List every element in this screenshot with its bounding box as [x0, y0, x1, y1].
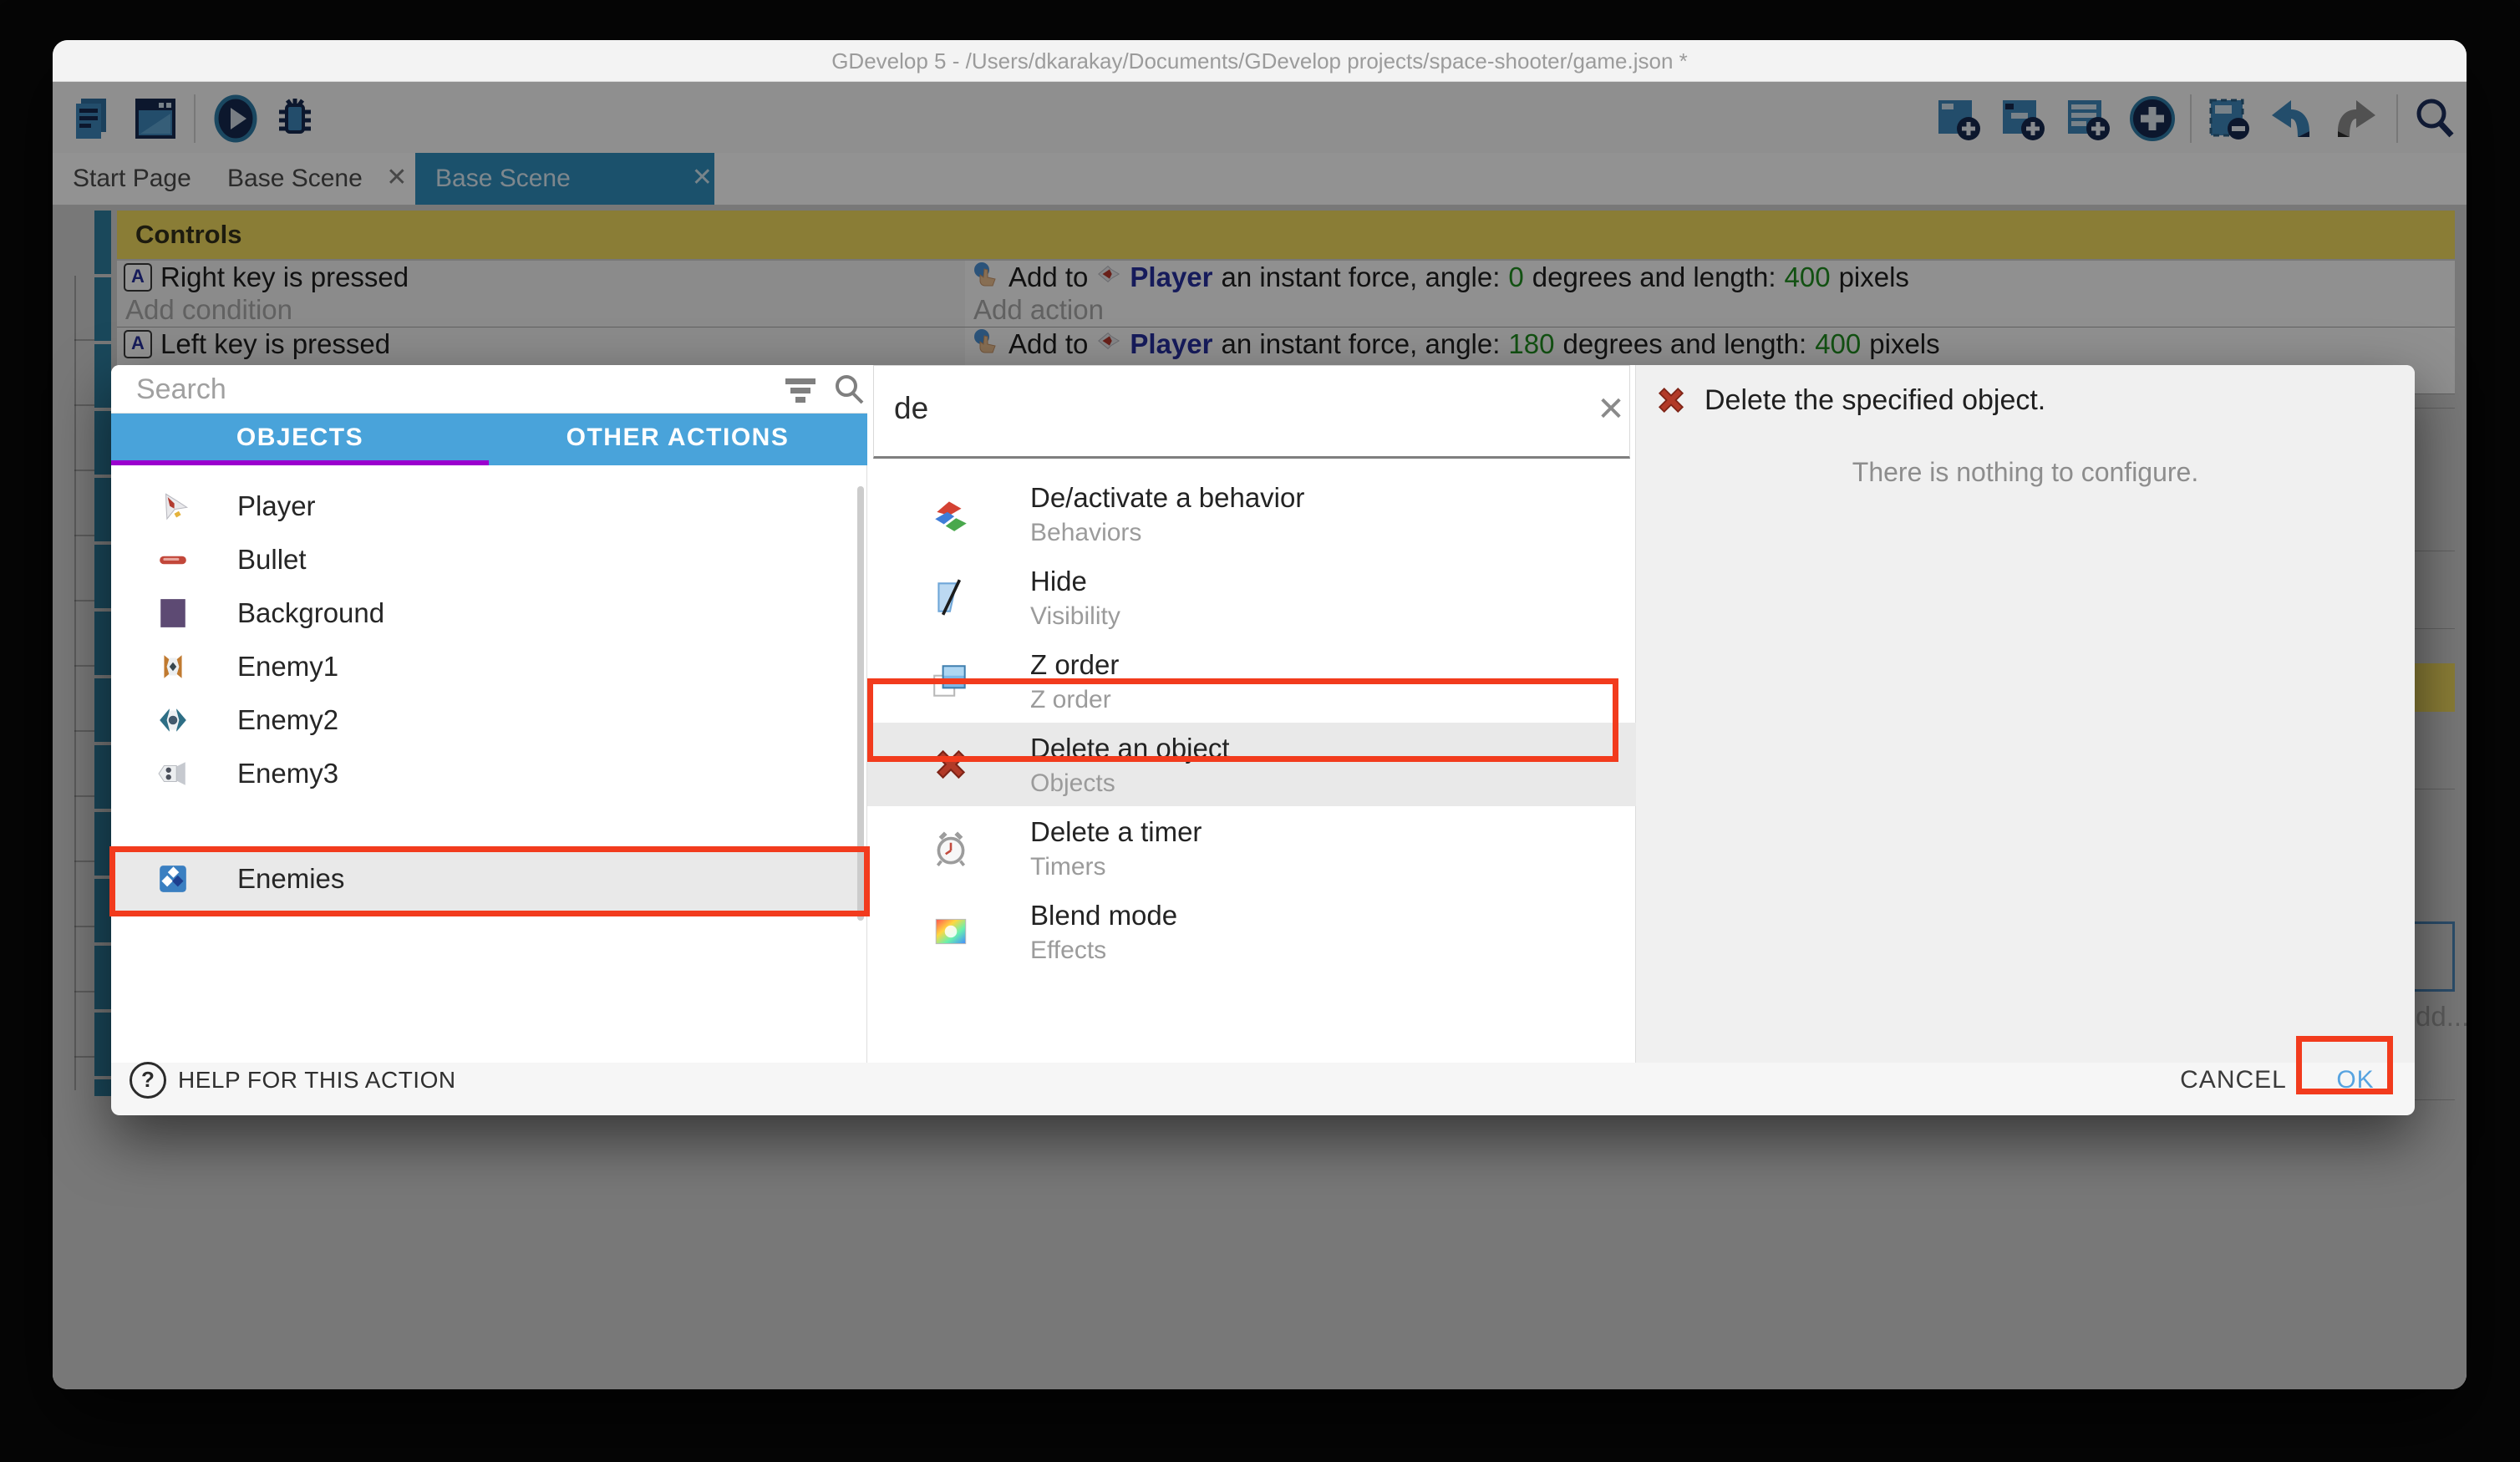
nothing-to-configure-text: There is nothing to configure.	[1636, 457, 2415, 488]
dialog-footer: ? HELP FOR THIS ACTION CANCEL OK	[111, 1042, 2415, 1115]
delete-object-icon	[1653, 382, 1689, 419]
search-icon[interactable]	[831, 372, 866, 411]
help-icon: ?	[130, 1062, 166, 1099]
annotation-box-enemies	[109, 846, 870, 916]
action-row-hide[interactable]: Hide Visibility	[867, 556, 1636, 639]
action-row-delete-a-timer[interactable]: Delete a timer Timers	[867, 806, 1636, 890]
desktop-background: GDevelop 5 - /Users/dkarakay/Documents/G…	[0, 0, 2520, 1462]
action-row-deactivate-behavior[interactable]: De/activate a behavior Behaviors	[867, 472, 1636, 556]
enemy1-object-icon	[157, 651, 189, 683]
action-detail-title: Delete the specified object.	[1705, 384, 2045, 417]
clear-search-icon[interactable]: ✕	[1593, 391, 1629, 428]
enemy2-object-icon	[157, 704, 189, 736]
filter-icon[interactable]	[784, 373, 821, 411]
active-tab-underline	[111, 460, 489, 465]
action-detail-header: Delete the specified object.	[1653, 382, 2045, 419]
cancel-button[interactable]: CANCEL	[2167, 1062, 2300, 1099]
object-search-input[interactable]	[135, 365, 723, 414]
hide-icon	[930, 576, 972, 618]
object-row-background[interactable]: Background	[111, 586, 867, 640]
tab-objects[interactable]: OBJECTS	[111, 414, 489, 465]
annotation-box-ok	[2296, 1036, 2393, 1094]
object-row-bullet[interactable]: Bullet	[111, 533, 867, 586]
timer-icon	[930, 827, 972, 869]
background-object-icon	[157, 597, 189, 629]
window-title: GDevelop 5 - /Users/dkarakay/Documents/G…	[53, 40, 2467, 82]
object-row-enemy3[interactable]: Enemy3	[111, 747, 867, 800]
action-search-field: ✕	[873, 365, 1630, 459]
action-row-blend-mode[interactable]: Blend mode Effects	[867, 890, 1636, 973]
object-row-enemy2[interactable]: Enemy2	[111, 693, 867, 747]
object-row-enemy1[interactable]: Enemy1	[111, 640, 867, 693]
action-search-input[interactable]	[892, 366, 1556, 451]
bullet-object-icon	[157, 544, 189, 576]
tab-other-actions[interactable]: OTHER ACTIONS	[489, 414, 866, 465]
object-search-row	[111, 365, 867, 414]
enemy3-object-icon	[157, 758, 189, 789]
blend-mode-icon	[930, 911, 972, 952]
dialog-tabbar: OBJECTS OTHER ACTIONS	[111, 414, 867, 465]
annotation-box-delete-action	[867, 678, 1618, 762]
objects-panel: OBJECTS OTHER ACTIONS Player Bullet Back…	[111, 365, 867, 1063]
action-detail-panel: Delete the specified object. There is no…	[1636, 365, 2415, 1063]
object-row-player[interactable]: Player	[111, 480, 867, 533]
help-button[interactable]: ? HELP FOR THIS ACTION	[130, 1062, 456, 1099]
behavior-icon	[930, 493, 972, 535]
player-object-icon	[157, 490, 189, 522]
